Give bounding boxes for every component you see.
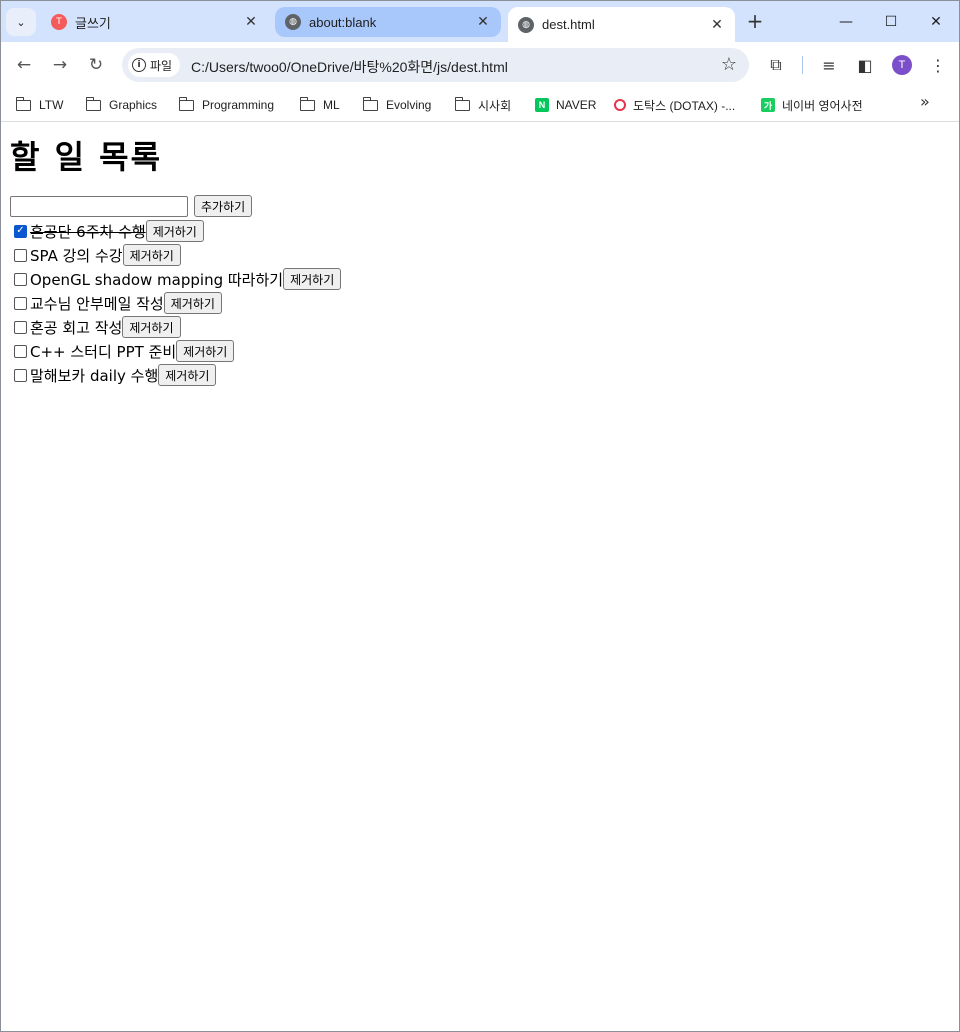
remove-button[interactable]: 제거하기 (122, 244, 181, 266)
remove-button[interactable]: 제거하기 (158, 364, 217, 386)
dotax-icon (614, 99, 626, 111)
todo-text: 말해보카 daily 수행 (30, 366, 159, 385)
maximize-icon[interactable]: ☐ (876, 9, 906, 35)
todo-checkbox[interactable] (14, 248, 27, 262)
globe-icon: ◍ (518, 16, 534, 33)
kebab-menu-icon[interactable]: ⋮ (927, 54, 949, 76)
extensions-puzzle-icon[interactable]: ⧉ (765, 54, 787, 76)
folder-icon (362, 96, 378, 111)
bookmark-label: 도탁스 (DOTAX) -... (633, 98, 736, 113)
tab-2[interactable]: ◍ dest.html ✕ (508, 7, 735, 42)
tab-1[interactable]: ◍ about:blank ✕ (275, 7, 501, 37)
todo-item: OpenGL shadow mapping 따라하기 제거하기 (14, 267, 342, 291)
bookmark-label: 네이버 영어사전 (782, 98, 863, 113)
todo-item: C++ 스터디 PPT 준비 제거하기 (14, 339, 341, 363)
todo-item: ✓ 혼공단 6주차 수행 제거하기 (14, 219, 341, 243)
todo-checkbox[interactable] (14, 296, 27, 310)
site-info-chip[interactable]: i 파일 (128, 53, 181, 77)
bookmark-folder-sisahoe[interactable]: 시사회 (454, 94, 512, 116)
browser-window: ⌄ T 글쓰기 ✕ ◍ about:blank ✕ ◍ dest.html ✕ … (0, 0, 960, 1032)
globe-icon: ◍ (285, 14, 301, 30)
bookmark-label: Graphics (109, 98, 158, 112)
todo-checkbox[interactable] (14, 344, 27, 358)
folder-icon (15, 96, 31, 111)
bookmark-folder-ltw[interactable]: LTW (15, 94, 64, 116)
bookmark-label: LTW (39, 98, 64, 112)
window-close-icon[interactable]: ✕ (921, 9, 951, 35)
folder-icon (178, 96, 194, 111)
todo-text: 교수님 안부메일 작성 (30, 294, 164, 313)
side-panel-icon[interactable]: ◧ (854, 54, 876, 76)
site-info-label: 파일 (150, 58, 173, 73)
toolbar-divider (802, 56, 803, 74)
todo-checkbox[interactable] (14, 272, 27, 286)
info-icon: i (132, 58, 146, 72)
todo-text: 혼공단 6주차 수행 (30, 222, 146, 241)
new-todo-input[interactable] (10, 195, 188, 217)
close-icon[interactable]: ✕ (709, 17, 725, 33)
bookmark-naver-dictionary[interactable]: 가 네이버 영어사전 (761, 94, 863, 116)
todo-text: C++ 스터디 PPT 준비 (30, 342, 177, 361)
reload-icon[interactable]: ↻ (84, 53, 108, 77)
remove-button[interactable]: 제거하기 (176, 340, 235, 362)
profile-avatar[interactable]: T (892, 55, 912, 75)
media-queue-icon[interactable]: ≡ (818, 54, 840, 76)
url-text[interactable]: C:/Users/twoo0/OneDrive/바탕%20화면/js/dest.… (191, 57, 508, 77)
bookmark-folder-programming[interactable]: Programming (178, 94, 275, 116)
bookmarks-bar: LTW Graphics Programming ML Evolving 시사회… (1, 88, 959, 122)
bookmark-label: Programming (202, 98, 275, 112)
bookmark-folder-evolving[interactable]: Evolving (362, 94, 432, 116)
bookmark-folder-ml[interactable]: ML (299, 94, 340, 116)
chevron-down-icon: ⌄ (16, 15, 26, 29)
bookmark-naver[interactable]: N NAVER (535, 94, 596, 116)
todo-checkbox[interactable] (14, 368, 27, 382)
bookmark-label: ML (323, 98, 340, 112)
todo-item: 혼공 회고 작성 제거하기 (14, 315, 341, 339)
tab-title: 글쓰기 (75, 15, 111, 31)
todo-checkbox[interactable] (14, 320, 27, 334)
tab-title: dest.html (542, 17, 595, 32)
tab-0[interactable]: T 글쓰기 ✕ (41, 7, 269, 37)
browser-toolbar: ← → ↻ i 파일 C:/Users/twoo0/OneDrive/바탕%20… (1, 42, 959, 88)
more-bookmarks-chevron-icon[interactable]: » (920, 92, 930, 111)
new-tab-button[interactable]: + (744, 11, 766, 33)
todo-item: 교수님 안부메일 작성 제거하기 (14, 291, 341, 315)
folder-icon (85, 96, 101, 111)
todo-item: SPA 강의 수강 제거하기 (14, 243, 341, 267)
todo-text: 혼공 회고 작성 (30, 318, 123, 337)
todo-checkbox[interactable]: ✓ (14, 224, 27, 238)
bookmark-star-icon[interactable]: ☆ (721, 54, 737, 75)
page-title: 할 일 목록 (10, 138, 163, 176)
dictionary-icon: 가 (761, 98, 775, 112)
remove-button[interactable]: 제거하기 (163, 292, 222, 314)
todo-text: OpenGL shadow mapping 따라하기 (30, 270, 284, 289)
add-button[interactable]: 추가하기 (194, 195, 253, 217)
tab-strip: ⌄ T 글쓰기 ✕ ◍ about:blank ✕ ◍ dest.html ✕ … (1, 1, 959, 42)
close-icon[interactable]: ✕ (243, 14, 259, 30)
page-content: 할 일 목록 추가하기 ✓ 혼공단 6주차 수행 제거하기 SPA 강의 수강 제거하기… (1, 122, 959, 1031)
tab-search-button[interactable]: ⌄ (6, 8, 36, 36)
forward-arrow-icon[interactable]: → (48, 53, 72, 77)
remove-button[interactable]: 제거하기 (283, 268, 342, 290)
todo-text: SPA 강의 수강 (30, 246, 123, 265)
bookmark-label: NAVER (556, 98, 597, 112)
todo-list: ✓ 혼공단 6주차 수행 제거하기 SPA 강의 수강 제거하기 OpenGL shado… (14, 219, 342, 387)
remove-button[interactable]: 제거하기 (145, 220, 204, 242)
minimize-icon[interactable]: — (831, 9, 861, 35)
folder-icon (299, 96, 315, 111)
tab-favicon-icon: T (51, 14, 67, 30)
bookmark-folder-graphics[interactable]: Graphics (85, 94, 158, 116)
bookmark-label: 시사회 (478, 98, 512, 113)
todo-item: 말해보카 daily 수행 제거하기 (14, 363, 341, 387)
add-todo-row: 추가하기 (10, 195, 253, 217)
naver-icon: N (535, 98, 549, 112)
folder-icon (454, 96, 470, 111)
close-icon[interactable]: ✕ (475, 14, 491, 30)
bookmark-label: Evolving (386, 98, 432, 112)
remove-button[interactable]: 제거하기 (122, 316, 181, 338)
bookmark-dotax[interactable]: 도탁스 (DOTAX) -... (614, 94, 735, 116)
back-arrow-icon[interactable]: ← (12, 53, 36, 77)
address-bar[interactable]: i 파일 C:/Users/twoo0/OneDrive/바탕%20화면/js/… (122, 48, 749, 82)
tab-title: about:blank (309, 14, 377, 30)
